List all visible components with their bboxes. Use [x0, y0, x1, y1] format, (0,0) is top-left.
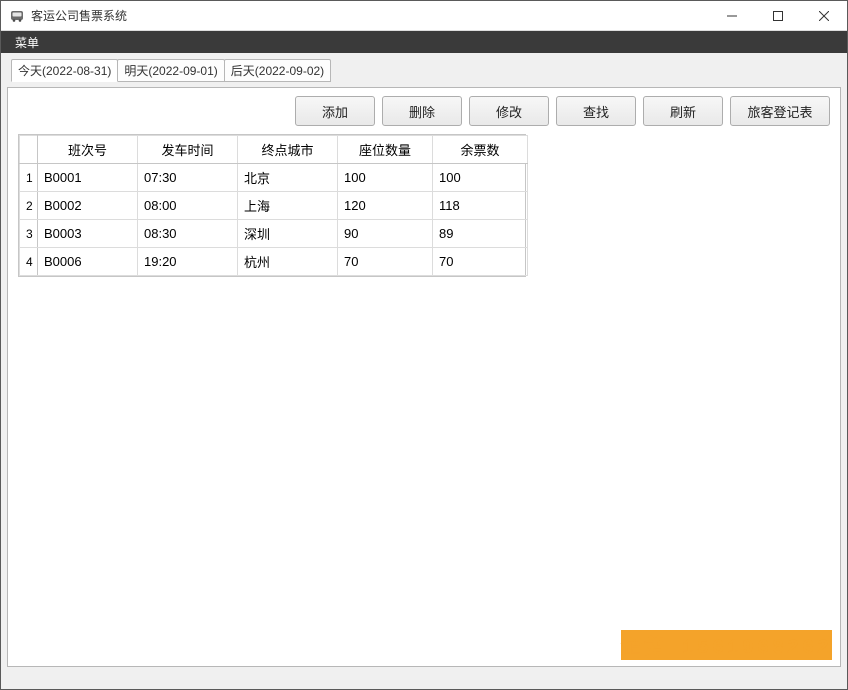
- header-depart-time[interactable]: 发车时间: [138, 136, 238, 164]
- cell-bus-no[interactable]: B0002: [38, 192, 138, 220]
- cell-remaining[interactable]: 118: [433, 192, 528, 220]
- cell-remaining[interactable]: 89: [433, 220, 528, 248]
- app-icon: [9, 8, 25, 24]
- header-rownum: [20, 136, 38, 164]
- cell-bus-no[interactable]: B0001: [38, 164, 138, 192]
- table-row[interactable]: 3B000308:30深圳9089: [20, 220, 528, 248]
- cell-depart-time[interactable]: 08:00: [138, 192, 238, 220]
- cell-dest-city[interactable]: 上海: [238, 192, 338, 220]
- tab-today[interactable]: 今天(2022-08-31): [11, 59, 118, 82]
- cell-rownum: 4: [20, 248, 38, 276]
- tab-panel: 添加 删除 修改 查找 刷新 旅客登记表 班次号 发车时间 终点城市 座位数量: [7, 87, 841, 667]
- close-button[interactable]: [801, 1, 847, 31]
- tab-tomorrow[interactable]: 明天(2022-09-01): [117, 59, 224, 82]
- toolbar: 添加 删除 修改 查找 刷新 旅客登记表: [8, 88, 840, 134]
- cell-dest-city[interactable]: 深圳: [238, 220, 338, 248]
- delete-button[interactable]: 删除: [382, 96, 462, 126]
- cell-bus-no[interactable]: B0003: [38, 220, 138, 248]
- cell-depart-time[interactable]: 19:20: [138, 248, 238, 276]
- cell-remaining[interactable]: 70: [433, 248, 528, 276]
- cell-rownum: 1: [20, 164, 38, 192]
- table-row[interactable]: 1B000107:30北京100100: [20, 164, 528, 192]
- cell-bus-no[interactable]: B0006: [38, 248, 138, 276]
- schedule-table[interactable]: 班次号 发车时间 终点城市 座位数量 余票数 1B000107:30北京1001…: [19, 135, 528, 276]
- watermark: 企鹅 1561968262: [621, 630, 832, 660]
- menubar: 菜单: [1, 31, 847, 53]
- cell-dest-city[interactable]: 北京: [238, 164, 338, 192]
- titlebar: 客运公司售票系统: [1, 1, 847, 31]
- tabstrip: 今天(2022-08-31) 明天(2022-09-01) 后天(2022-09…: [7, 58, 841, 81]
- add-button[interactable]: 添加: [295, 96, 375, 126]
- header-remaining[interactable]: 余票数: [433, 136, 528, 164]
- content-area: 今天(2022-08-31) 明天(2022-09-01) 后天(2022-09…: [1, 53, 847, 689]
- header-seats[interactable]: 座位数量: [338, 136, 433, 164]
- maximize-button[interactable]: [755, 1, 801, 31]
- modify-button[interactable]: 修改: [469, 96, 549, 126]
- header-dest-city[interactable]: 终点城市: [238, 136, 338, 164]
- minimize-button[interactable]: [709, 1, 755, 31]
- tab-day-after[interactable]: 后天(2022-09-02): [224, 59, 331, 82]
- header-bus-no[interactable]: 班次号: [38, 136, 138, 164]
- cell-seats[interactable]: 90: [338, 220, 433, 248]
- cell-depart-time[interactable]: 08:30: [138, 220, 238, 248]
- menu-item-main[interactable]: 菜单: [9, 32, 45, 53]
- search-button[interactable]: 查找: [556, 96, 636, 126]
- cell-remaining[interactable]: 100: [433, 164, 528, 192]
- cell-seats[interactable]: 120: [338, 192, 433, 220]
- cell-rownum: 3: [20, 220, 38, 248]
- cell-depart-time[interactable]: 07:30: [138, 164, 238, 192]
- refresh-button[interactable]: 刷新: [643, 96, 723, 126]
- passenger-register-button[interactable]: 旅客登记表: [730, 96, 830, 126]
- schedule-table-wrap: 班次号 发车时间 终点城市 座位数量 余票数 1B000107:30北京1001…: [18, 134, 526, 277]
- cell-dest-city[interactable]: 杭州: [238, 248, 338, 276]
- window-title: 客运公司售票系统: [31, 7, 127, 24]
- table-row[interactable]: 4B000619:20杭州7070: [20, 248, 528, 276]
- table-row[interactable]: 2B000208:00上海120118: [20, 192, 528, 220]
- cell-seats[interactable]: 100: [338, 164, 433, 192]
- table-header-row: 班次号 发车时间 终点城市 座位数量 余票数: [20, 136, 528, 164]
- cell-rownum: 2: [20, 192, 38, 220]
- cell-seats[interactable]: 70: [338, 248, 433, 276]
